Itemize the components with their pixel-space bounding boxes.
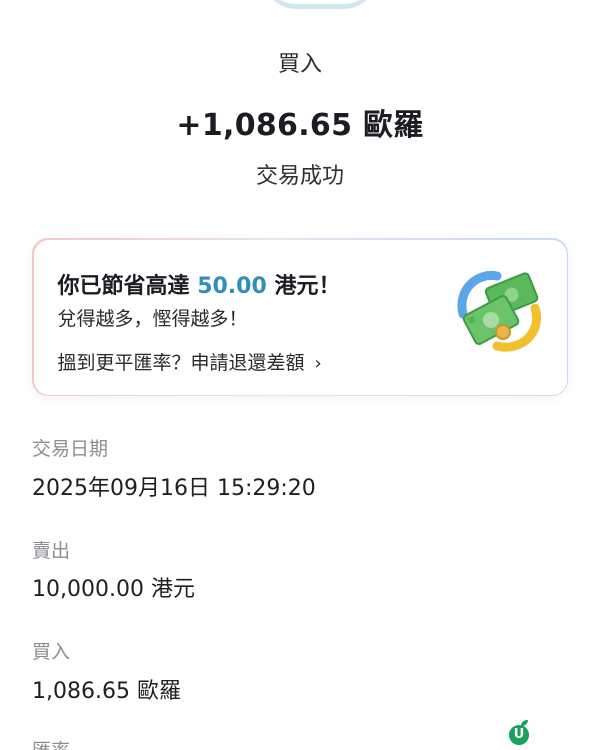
promo-title-amount: 50.00 [197,273,267,299]
top-logo-icon [262,0,378,9]
trade-date-label: 交易日期 [32,438,109,460]
transaction-status: 交易成功 [255,164,344,189]
transaction-amount: +1,086.65 歐羅 [176,108,424,143]
trade-date-value: 2025年09月16日 15:29:20 [32,476,316,501]
refund-difference-link-label: 搵到更平匯率？申請退還差額 [57,351,305,374]
buy-value: 1,086.65 歐羅 [32,679,181,704]
savings-promo-inner: 你已節省高達 50.00 港元！ 兌得越多，慳得越多！ 搵到更平匯率？申請退還差… [33,239,567,395]
sell-label: 賣出 [32,540,71,562]
promo-title-prefix: 你已節省高達 [57,273,190,299]
transaction-action-label: 買入 [277,52,322,77]
promo-title: 你已節省高達 50.00 港元！ [58,268,341,300]
exchange-rate-label: 匯率 [32,736,70,750]
logo-leaf-icon [521,720,528,726]
transaction-result-screen: 買入 +1,086.65 歐羅 交易成功 你已節省高達 50.00 港元！ 兌得… [0,0,600,750]
u-leaf-logo-icon: U [509,725,529,745]
chevron-right-icon: › [314,352,322,374]
buy-label: 買入 [32,641,71,663]
promo-title-suffix: 港元！ [274,273,341,299]
savings-promo-card: 你已節省高達 50.00 港元！ 兌得越多，慳得越多！ 搵到更平匯率？申請退還差… [32,238,568,396]
promo-subtitle: 兌得越多，慳得越多！ [57,307,248,330]
refund-difference-link[interactable]: 搵到更平匯率？申請退還差額 › [58,348,322,375]
sell-value: 10,000.00 港元 [32,577,195,602]
money-swap-icon [456,270,541,352]
